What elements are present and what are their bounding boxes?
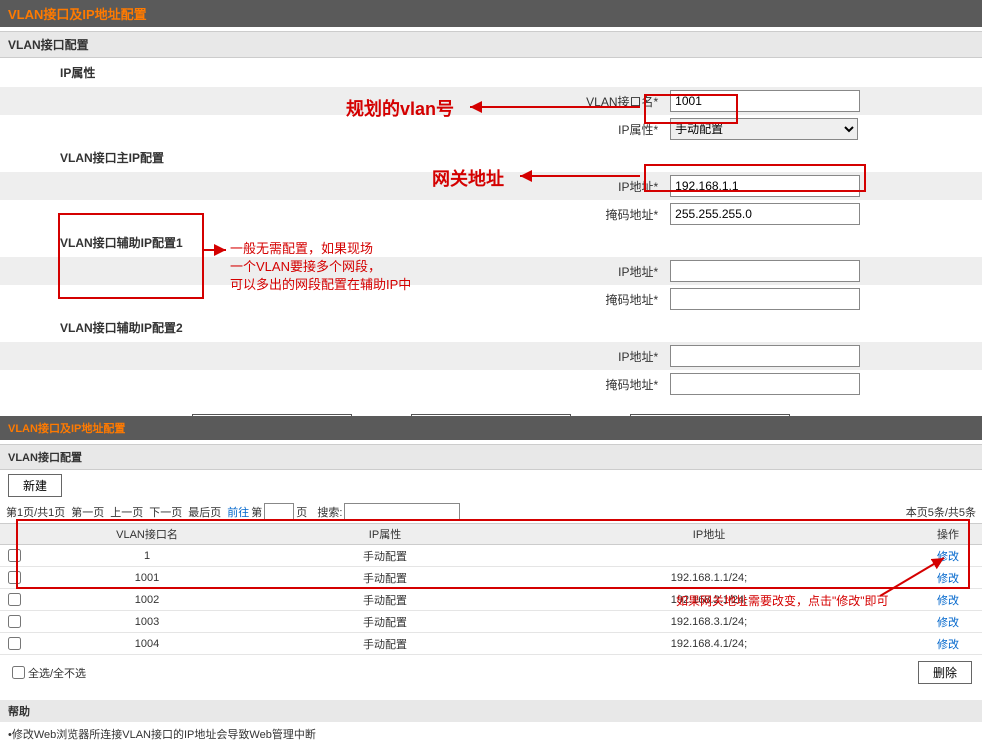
modify-link[interactable]: 修改 [937, 639, 959, 651]
cell-attr: 手动配置 [266, 589, 504, 611]
cell-attr: 手动配置 [266, 567, 504, 589]
modify-link[interactable]: 修改 [937, 595, 959, 607]
ip-addr-input[interactable] [670, 175, 860, 197]
cell-ip: 192.168.2.1/24; [504, 589, 914, 611]
cell-ip: 192.168.4.1/24; [504, 633, 914, 655]
row-checkbox[interactable] [8, 637, 21, 650]
pager-search-input[interactable] [344, 503, 460, 521]
label-mask: 掩码地址* [0, 200, 664, 228]
cell-attr: 手动配置 [266, 611, 504, 633]
row-checkbox[interactable] [8, 593, 21, 606]
delete-button[interactable]: 删除 [918, 661, 972, 684]
pager-page-input[interactable] [264, 503, 294, 521]
mask-input[interactable] [670, 203, 860, 225]
select-all-checkbox[interactable] [12, 666, 25, 679]
page-title: VLAN接口及IP地址配置 [0, 0, 982, 27]
cell-ip [504, 545, 914, 567]
pager-last[interactable]: 最后页 [188, 504, 221, 520]
new-button[interactable]: 新建 [8, 474, 62, 497]
bottom-section-title: VLAN接口配置 [0, 444, 982, 470]
section-title: VLAN接口配置 [0, 31, 982, 58]
pager: 第1页/共1页 第一页 上一页 下一页 最后页 前往 第 页 搜索: 本页5条/… [0, 501, 982, 523]
vlan-table: VLAN接口名 IP属性 IP地址 操作 1手动配置修改1001手动配置192.… [0, 523, 982, 655]
col-ip: IP地址 [504, 524, 914, 545]
label-aux1-mask: 掩码地址* [0, 285, 664, 313]
cell-name: 1003 [28, 611, 266, 633]
modify-link[interactable]: 修改 [937, 617, 959, 629]
row-checkbox[interactable] [8, 615, 21, 628]
pager-search-label: 搜索: [317, 504, 342, 520]
help-title: 帮助 [0, 700, 982, 722]
aux2-mask-input[interactable] [670, 373, 860, 395]
select-bar: 全选/全不选 删除 [0, 655, 982, 690]
label-aux1-ip: IP地址* [0, 257, 664, 285]
label-aux2-mask: 掩码地址* [0, 370, 664, 398]
modify-link[interactable]: 修改 [937, 551, 959, 563]
col-attr: IP属性 [266, 524, 504, 545]
label-aux2-ip: IP地址* [0, 342, 664, 370]
group-aux1: VLAN接口辅助IP配置1 [0, 228, 982, 257]
aux2-ip-input[interactable] [670, 345, 860, 367]
aux1-form: IP地址* 掩码地址* [0, 257, 982, 313]
pager-next[interactable]: 下一页 [149, 504, 182, 520]
col-op: 操作 [914, 524, 982, 545]
select-all-label: 全选/全不选 [28, 665, 86, 681]
pager-goto[interactable]: 前往 [227, 504, 249, 520]
pager-goto-suffix: 页 [296, 504, 307, 520]
group-main-ip: VLAN接口主IP配置 [0, 143, 982, 172]
table-row: 1001手动配置192.168.1.1/24; 修改 [0, 567, 982, 589]
cell-attr: 手动配置 [266, 545, 504, 567]
pager-goto-prefix: 第 [251, 504, 262, 520]
label-ip-addr: IP地址* [0, 172, 664, 200]
cell-name: 1004 [28, 633, 266, 655]
cell-attr: 手动配置 [266, 633, 504, 655]
pager-summary: 第1页/共1页 [6, 504, 65, 520]
group-aux2: VLAN接口辅助IP配置2 [0, 313, 982, 342]
row-checkbox[interactable] [8, 571, 21, 584]
ip-attr-select[interactable]: 手动配置 [670, 118, 858, 140]
table-row: 1002手动配置192.168.2.1/24; 修改 [0, 589, 982, 611]
aux2-form: IP地址* 掩码地址* [0, 342, 982, 398]
bottom-page-title: VLAN接口及IP地址配置 [0, 416, 982, 440]
cell-name: 1002 [28, 589, 266, 611]
modify-link[interactable]: 修改 [937, 573, 959, 585]
label-ip-attr: IP属性* [0, 115, 664, 143]
cell-name: 1 [28, 545, 266, 567]
col-check [0, 524, 28, 545]
row-checkbox[interactable] [8, 549, 21, 562]
pager-right: 本页5条/共5条 [906, 504, 976, 520]
table-row: 1004手动配置192.168.4.1/24; 修改 [0, 633, 982, 655]
top-panel: VLAN接口及IP地址配置 VLAN接口配置 IP属性 VLAN接口名* IP属… [0, 0, 982, 402]
vlan-name-input[interactable] [670, 90, 860, 112]
cell-ip: 192.168.3.1/24; [504, 611, 914, 633]
aux1-mask-input[interactable] [670, 288, 860, 310]
cell-ip: 192.168.1.1/24; [504, 567, 914, 589]
label-vlan-name: VLAN接口名* [0, 87, 664, 115]
group-ip-attr: IP属性 [0, 58, 982, 87]
help-text: •修改Web浏览器所连接VLAN接口的IP地址会导致Web管理中断 [0, 722, 982, 746]
cell-name: 1001 [28, 567, 266, 589]
table-row: 1手动配置 修改 [0, 545, 982, 567]
aux1-ip-input[interactable] [670, 260, 860, 282]
ip-attr-form: VLAN接口名* IP属性* 手动配置 [0, 87, 982, 143]
table-row: 1003手动配置192.168.3.1/24; 修改 [0, 611, 982, 633]
col-name: VLAN接口名 [28, 524, 266, 545]
main-ip-form: IP地址* 掩码地址* [0, 172, 982, 228]
pager-prev[interactable]: 上一页 [110, 504, 143, 520]
pager-first[interactable]: 第一页 [71, 504, 104, 520]
bottom-panel: VLAN接口及IP地址配置 VLAN接口配置 新建 第1页/共1页 第一页 上一… [0, 416, 982, 646]
